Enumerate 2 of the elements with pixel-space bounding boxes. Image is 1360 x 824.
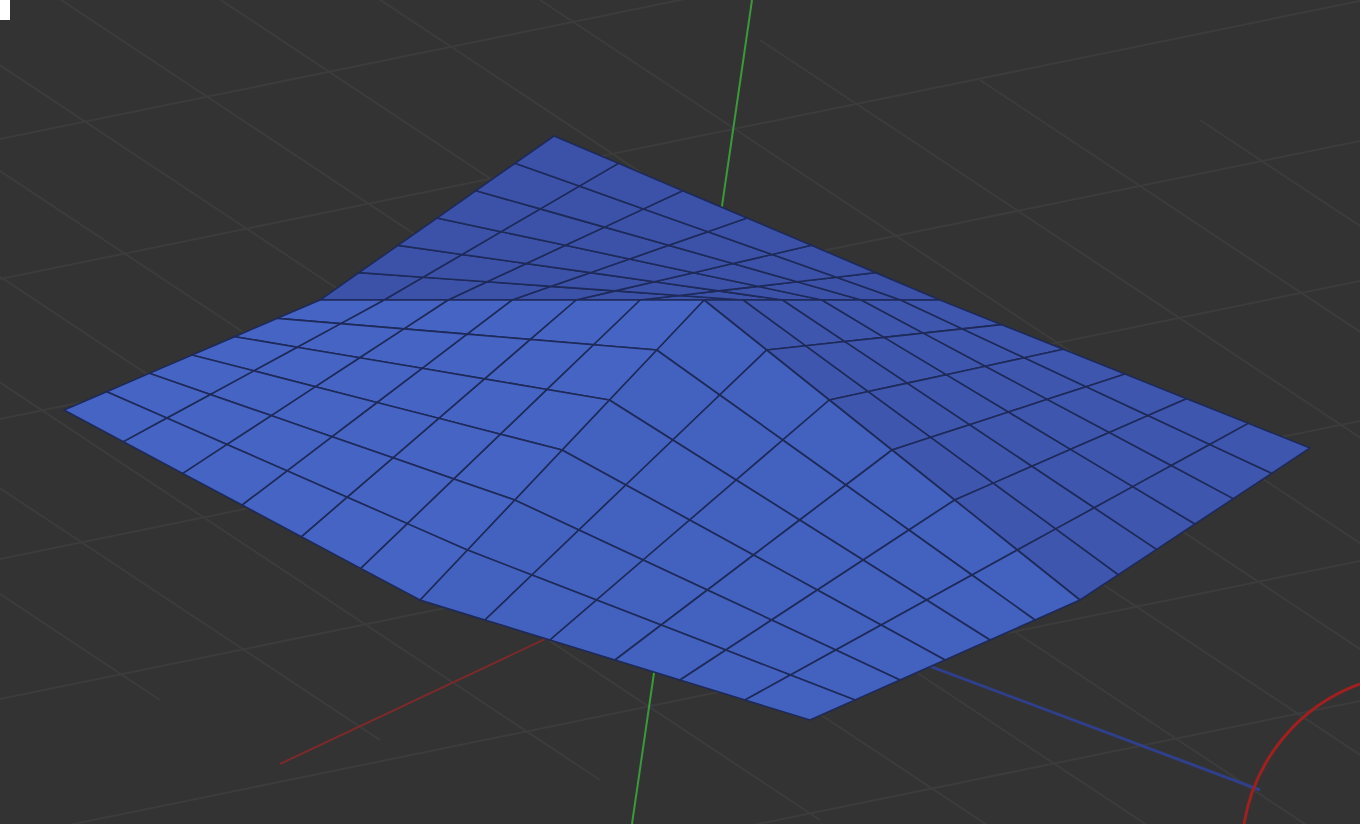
rotation-ring-drawing [1242, 682, 1360, 824]
corner-mark [0, 0, 10, 20]
